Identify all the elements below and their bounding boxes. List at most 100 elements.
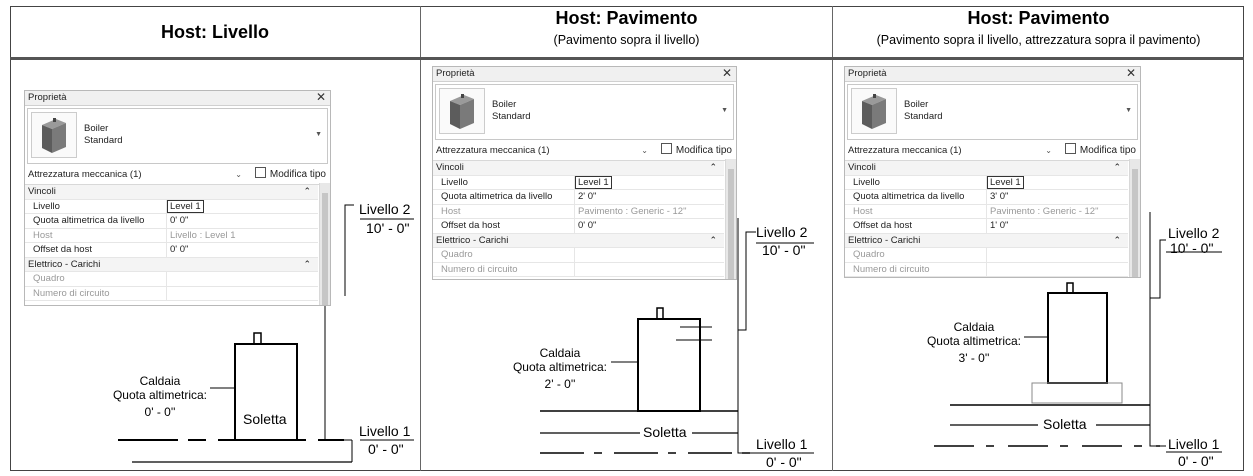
group-label: Vincoli [28,186,56,198]
close-icon[interactable]: ✕ [722,67,732,80]
edit-type-button[interactable]: Modifica tipo [1064,142,1136,160]
boiler-body [1047,292,1108,384]
table-row: Quota altimetrica da livello 0' 0" [25,213,318,229]
level-2-name: Livello 2 [359,201,411,217]
category-filter[interactable]: Attrezzatura meccanica (1) ⌄ Modifica ti… [845,142,1140,161]
type-selector[interactable]: Boiler Standard ▼ [847,84,1138,140]
type-name: Standard [84,135,123,146]
panel-titlebar[interactable]: Proprietà ✕ [845,67,1140,82]
table-row: Host Pavimento : Generic - 12" [433,204,724,219]
close-icon[interactable]: ✕ [316,91,326,104]
offset-field[interactable]: 0' 0" [574,218,724,234]
scrollbar[interactable] [319,183,330,305]
group-header[interactable]: Vincoli ⌃ [25,185,318,200]
collapse-icon[interactable]: ⌃ [303,258,311,271]
level-1-name: Livello 1 [1168,436,1220,452]
scrollbar[interactable] [1129,159,1140,277]
type-selector[interactable]: Boiler Standard ▼ [27,108,328,164]
elevation-field[interactable]: 2' 0" [574,189,724,205]
boiler-connection [253,332,262,345]
slab-label: Soletta [1040,416,1090,432]
elevation-value: 2' - 0'' [544,377,576,391]
group-header[interactable]: Elettrico - Carichi ⌃ [845,233,1128,248]
edit-type-button[interactable]: Modifica tipo [254,166,326,184]
chevron-down-icon[interactable]: ⌄ [235,166,242,184]
collapse-icon[interactable]: ⌃ [709,234,717,247]
property-name: Offset da host [433,218,575,234]
table-row: Livello Level 1 [433,175,724,190]
boiler-annotation: Caldaia Quota altimetrica: 2' - 0'' [510,346,610,391]
table-row: Quota altimetrica da livello 2' 0" [433,189,724,205]
level-field[interactable]: Level 1 [987,175,1024,189]
collapse-icon[interactable]: ⌃ [709,161,717,174]
scrollbar-thumb[interactable] [322,193,328,305]
panel-titlebar[interactable]: Proprietà ✕ [433,67,736,82]
dropdown-arrow-icon[interactable]: ▼ [721,107,728,114]
properties-panel: Proprietà ✕ Boiler Standard ▼ Attrezzatu… [24,90,331,306]
collapse-icon[interactable]: ⌃ [1113,234,1121,247]
scrollbar[interactable] [725,159,736,279]
table-row: Numero di circuito [433,262,724,277]
dropdown-arrow-icon[interactable]: ▼ [315,131,322,138]
panel-value [166,271,318,287]
close-icon[interactable]: ✕ [1126,67,1136,80]
group-header[interactable]: Elettrico - Carichi ⌃ [25,257,318,272]
edit-type-label: Modifica tipo [269,169,326,180]
elevation-field[interactable]: 0' 0" [166,213,318,229]
circuit-value [166,286,318,301]
property-name: Quota altimetrica da livello [433,189,575,205]
boiler-thumbnail [439,88,485,134]
edit-type-icon [254,167,266,178]
group-header[interactable]: Vincoli ⌃ [845,161,1128,176]
table-row: Numero di circuito [25,286,318,301]
elevation-label: Quota altimetrica: [512,360,608,374]
property-name: Quota altimetrica da livello [25,213,167,229]
table-row: Quadro [25,271,318,287]
level-field[interactable]: Level 1 [575,175,612,189]
type-name: Standard [492,111,531,122]
table-row: Host Livello : Level 1 [25,228,318,243]
chevron-down-icon[interactable]: ⌄ [1045,142,1052,160]
boiler-label: Caldaia [953,320,995,334]
elevation-field[interactable]: 3' 0" [986,189,1128,205]
properties-table: Vincoli ⌃ Livello Level 1 Quota altimetric… [845,161,1128,277]
panel-title: Proprietà [436,68,475,79]
chevron-down-icon[interactable]: ⌄ [641,142,648,160]
panel-titlebar[interactable]: Proprietà ✕ [25,91,330,106]
group-header[interactable]: Vincoli ⌃ [433,161,724,176]
panel-value [986,247,1128,263]
boiler-label: Caldaia [539,346,581,360]
property-name: Quota altimetrica da livello [845,189,987,205]
type-selector[interactable]: Boiler Standard ▼ [435,84,734,140]
level-1-value: 0' - 0" [368,441,404,457]
offset-field[interactable]: 0' 0" [166,242,318,258]
collapse-icon[interactable]: ⌃ [1113,161,1121,174]
elevation-value: 0' - 0'' [144,405,176,419]
edit-type-icon [1064,143,1076,154]
panel-value [574,247,724,263]
properties-panel: Proprietà ✕ Boiler Standard ▼ Attrezzatu… [844,66,1141,278]
level-field[interactable]: Level 1 [167,199,204,213]
slab-label: Soletta [640,424,690,440]
category-label: Attrezzatura meccanica (1) [848,145,962,156]
host-value: Pavimento : Generic - 12" [986,204,1128,219]
circuit-value [986,262,1128,277]
level-1-value: 0' - 0" [1178,453,1214,469]
table-row: Numero di circuito [845,262,1128,277]
level-1-name: Livello 1 [756,436,808,452]
edit-type-button[interactable]: Modifica tipo [660,142,732,160]
dropdown-arrow-icon[interactable]: ▼ [1125,107,1132,114]
offset-field[interactable]: 1' 0" [986,218,1128,234]
level-1-value: 0' - 0" [766,454,802,470]
category-filter[interactable]: Attrezzatura meccanica (1) ⌄ Modifica ti… [25,166,330,185]
category-filter[interactable]: Attrezzatura meccanica (1) ⌄ Modifica ti… [433,142,736,161]
level-2-name: Livello 2 [1168,225,1220,241]
group-header[interactable]: Elettrico - Carichi ⌃ [433,233,724,248]
group-label: Elettrico - Carichi [436,234,509,246]
scrollbar-thumb[interactable] [728,169,734,279]
boiler-annotation: Caldaia Quota altimetrica: 3' - 0'' [924,320,1024,365]
group-label: Elettrico - Carichi [28,258,101,270]
edit-type-icon [660,143,672,154]
collapse-icon[interactable]: ⌃ [303,185,311,198]
scrollbar-thumb[interactable] [1132,169,1138,277]
